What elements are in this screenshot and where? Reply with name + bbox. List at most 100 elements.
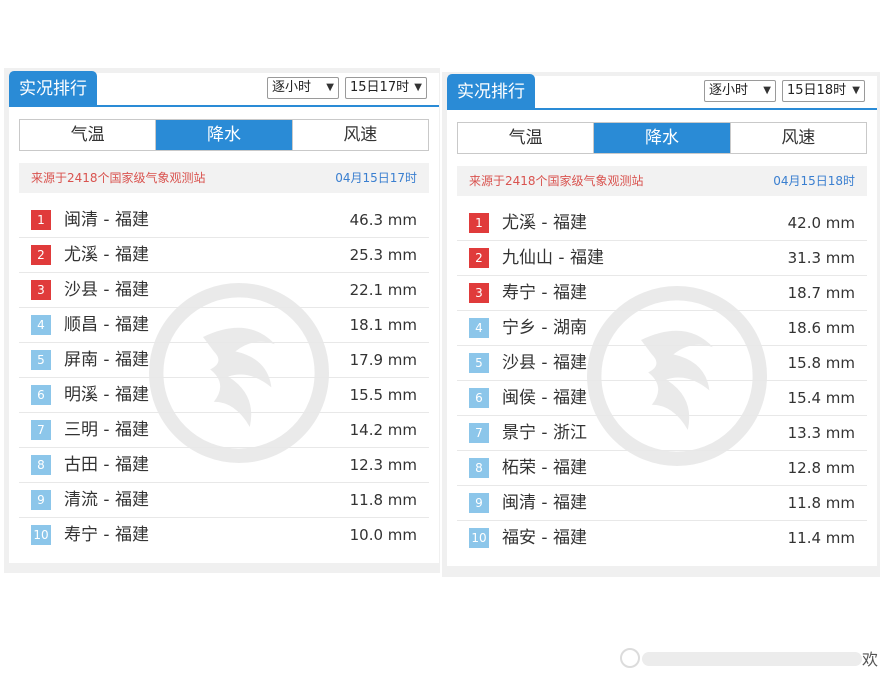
list-item[interactable]: 3 沙县 - 福建 22.1 mm [19, 273, 429, 308]
station-name: 屏南 - 福建 [64, 350, 149, 370]
tab-precipitation[interactable]: 降水 [156, 120, 293, 150]
panel-title: 实况排行 [9, 71, 97, 107]
precip-value: 15.4 mm [787, 389, 855, 407]
tab-wind-speed[interactable]: 风速 [292, 120, 428, 150]
precip-value: 15.5 mm [349, 386, 417, 404]
precip-value: 13.3 mm [787, 424, 855, 442]
precip-value: 11.4 mm [787, 529, 855, 547]
rank-badge: 1 [469, 213, 489, 233]
chevron-down-icon: ▼ [852, 85, 860, 96]
watermark-char: 欢 [861, 650, 878, 669]
station-name: 三明 - 福建 [64, 420, 149, 440]
source-text: 来源于2418个国家级气象观测站 [31, 171, 206, 185]
rank-badge: 10 [31, 525, 51, 545]
rank-badge: 7 [469, 423, 489, 443]
tab-temperature[interactable]: 气温 [458, 123, 595, 153]
mode-select[interactable]: 逐小时 ▼ [267, 77, 339, 99]
rank-badge: 2 [469, 248, 489, 268]
station-name: 柘荣 - 福建 [502, 458, 587, 478]
list-item[interactable]: 5 沙县 - 福建 15.8 mm [457, 346, 867, 381]
precip-value: 14.2 mm [349, 421, 417, 439]
precip-value: 31.3 mm [787, 249, 855, 267]
rank-badge: 8 [469, 458, 489, 478]
rank-badge: 10 [469, 528, 489, 548]
list-item[interactable]: 1 闽清 - 福建 46.3 mm [19, 203, 429, 238]
mode-select[interactable]: 逐小时 ▼ [704, 80, 776, 102]
rank-badge: 8 [31, 455, 51, 475]
station-name: 顺昌 - 福建 [64, 315, 149, 335]
precip-value: 12.3 mm [349, 456, 417, 474]
list-item[interactable]: 2 九仙山 - 福建 31.3 mm [457, 241, 867, 276]
precip-value: 22.1 mm [349, 281, 417, 299]
station-name: 明溪 - 福建 [64, 385, 149, 405]
rank-badge: 6 [31, 385, 51, 405]
station-name: 闽清 - 福建 [64, 210, 149, 230]
tab-temperature[interactable]: 气温 [20, 120, 157, 150]
list-item[interactable]: 6 闽侯 - 福建 15.4 mm [457, 381, 867, 416]
rank-badge: 1 [31, 210, 51, 230]
chevron-down-icon: ▼ [414, 82, 422, 93]
rank-badge: 4 [31, 315, 51, 335]
station-name: 尤溪 - 福建 [502, 213, 587, 233]
station-name: 沙县 - 福建 [64, 280, 149, 300]
precip-value: 46.3 mm [349, 211, 417, 229]
panel-header: 实况排行 逐小时 ▼ 15日17时 ▼ [9, 71, 439, 107]
source-bar: 来源于2418个国家级气象观测站 04月15日17时 [19, 163, 429, 193]
station-name: 福安 - 福建 [502, 528, 587, 548]
source-time: 04月15日18时 [773, 174, 855, 188]
source-time: 04月15日17时 [335, 171, 417, 185]
list-item[interactable]: 1 尤溪 - 福建 42.0 mm [457, 206, 867, 241]
station-name: 清流 - 福建 [64, 490, 149, 510]
watermark-logo-icon [620, 648, 640, 668]
list-item[interactable]: 7 景宁 - 浙江 13.3 mm [457, 416, 867, 451]
precip-value: 18.7 mm [787, 284, 855, 302]
list-item[interactable]: 2 尤溪 - 福建 25.3 mm [19, 238, 429, 273]
tab-precipitation[interactable]: 降水 [594, 123, 731, 153]
station-name: 九仙山 - 福建 [502, 248, 604, 268]
rank-badge: 9 [469, 493, 489, 513]
corner-watermark: 欢 [620, 644, 878, 672]
rank-badge: 2 [31, 245, 51, 265]
precip-value: 25.3 mm [349, 246, 417, 264]
panel-title: 实况排行 [447, 74, 535, 110]
precip-value: 18.6 mm [787, 319, 855, 337]
precip-value: 11.8 mm [349, 491, 417, 509]
rank-badge: 9 [31, 490, 51, 510]
list-item[interactable]: 10 福安 - 福建 11.4 mm [457, 521, 867, 556]
precip-value: 11.8 mm [787, 494, 855, 512]
rank-badge: 5 [469, 353, 489, 373]
time-select[interactable]: 15日17时 ▼ [345, 77, 427, 99]
station-name: 宁乡 - 湖南 [502, 318, 587, 338]
list-item[interactable]: 9 清流 - 福建 11.8 mm [19, 483, 429, 518]
list-item[interactable]: 10 寿宁 - 福建 10.0 mm [19, 518, 429, 553]
list-item[interactable]: 7 三明 - 福建 14.2 mm [19, 413, 429, 448]
rank-badge: 6 [469, 388, 489, 408]
list-item[interactable]: 5 屏南 - 福建 17.9 mm [19, 343, 429, 378]
list-item[interactable]: 4 顺昌 - 福建 18.1 mm [19, 308, 429, 343]
station-name: 景宁 - 浙江 [502, 423, 587, 443]
time-select-value: 15日18时 [787, 83, 847, 98]
time-select[interactable]: 15日18时 ▼ [782, 80, 865, 102]
list-item[interactable]: 8 柘荣 - 福建 12.8 mm [457, 451, 867, 486]
precip-value: 10.0 mm [349, 526, 417, 544]
station-name: 闽侯 - 福建 [502, 388, 587, 408]
category-tabs: 气温 降水 风速 [19, 119, 429, 151]
ranking-list: 1 尤溪 - 福建 42.0 mm 2 九仙山 - 福建 31.3 mm 3 寿宁 - 福… [457, 206, 867, 556]
tab-wind-speed[interactable]: 风速 [730, 123, 866, 153]
list-item[interactable]: 3 寿宁 - 福建 18.7 mm [457, 276, 867, 311]
ranking-list: 1 闽清 - 福建 46.3 mm 2 尤溪 - 福建 25.3 mm 3 沙县 - 福建… [19, 203, 429, 553]
station-name: 寿宁 - 福建 [502, 283, 587, 303]
panel-header: 实况排行 逐小时 ▼ 15日18时 ▼ [447, 74, 877, 110]
mode-select-value: 逐小时 [272, 80, 312, 95]
ranking-panel-2: 实况排行 逐小时 ▼ 15日18时 ▼ 气温 降水 风速 来源于2418个国家级… [447, 74, 877, 566]
precip-value: 17.9 mm [349, 351, 417, 369]
list-item[interactable]: 6 明溪 - 福建 15.5 mm [19, 378, 429, 413]
list-item[interactable]: 4 宁乡 - 湖南 18.6 mm [457, 311, 867, 346]
list-item[interactable]: 8 古田 - 福建 12.3 mm [19, 448, 429, 483]
list-item[interactable]: 9 闽清 - 福建 11.8 mm [457, 486, 867, 521]
watermark-bar [642, 652, 862, 666]
mode-select-value: 逐小时 [709, 83, 749, 98]
time-select-value: 15日17时 [350, 80, 410, 95]
precip-value: 15.8 mm [787, 354, 855, 372]
rank-badge: 7 [31, 420, 51, 440]
